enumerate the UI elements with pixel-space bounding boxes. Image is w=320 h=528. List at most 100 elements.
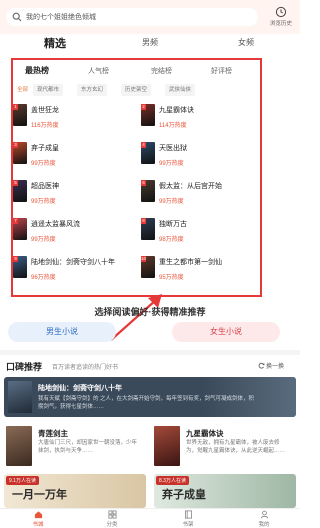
chip-all[interactable]: 全部 <box>13 84 33 96</box>
chip-history[interactable]: 历史架空 <box>121 84 152 96</box>
reader-count-badge: 9.1万人在读 <box>6 476 39 485</box>
book-title: 超品医神 <box>31 183 59 190</box>
ranked-book[interactable]: 8 独断万古 98万热度 <box>141 218 261 252</box>
rank-badge: 8 <box>141 218 146 224</box>
chip-urban[interactable]: 现代都市 <box>33 84 64 96</box>
chip-fantasy[interactable]: 东方玄幻 <box>77 84 108 96</box>
ranked-book[interactable]: 3 弃子成皇 99万热度 <box>13 142 133 176</box>
ranked-book[interactable]: 6 假太监：从后宫开始 99万热度 <box>141 180 261 214</box>
rec-book-title: 青莲剑主 <box>38 429 68 438</box>
bottom-nav: 书城 分类 书架 我的 <box>0 508 300 528</box>
rec-book-card[interactable]: 九星霸体诀 世界无敌，拥有九星霸体，被人废去修为，觉醒九星霸体诀，从此逆天崛起…… <box>154 426 294 472</box>
book-title: 重生之都市第一剑仙 <box>159 259 222 266</box>
ranked-book[interactable]: 2 九星霸体诀 114万热度 <box>141 104 261 138</box>
nav-label: 分类 <box>106 522 118 528</box>
book-title: 天医出狱 <box>159 145 187 152</box>
search-placeholder: 我的七个姐姐绝色倾城 <box>26 14 96 21</box>
tab-male[interactable]: 男频 <box>142 37 158 48</box>
book-title: 盖世狂龙 <box>31 107 59 114</box>
nav-label: 书城 <box>32 522 44 528</box>
search-icon <box>12 12 22 22</box>
banner-title: 弃子成皇 <box>162 489 206 501</box>
clock-icon <box>275 6 287 18</box>
book-heat: 96万热度 <box>31 275 56 281</box>
featured-book-desc: 我有天赋【剑斋守剑】的 之人，在大剑斋开始守剑，每年签到有奖，剑气可凝成剑体，积… <box>38 396 255 410</box>
history-label: 浏览历史 <box>269 21 292 27</box>
rank-tab-rated[interactable]: 好评榜 <box>211 66 232 76</box>
rank-badge: 7 <box>13 218 18 224</box>
book-heat: 99万热度 <box>31 237 56 243</box>
user-icon <box>260 510 268 519</box>
promo-banner[interactable]: 8.3万人在读 弃子成皇 <box>154 474 296 508</box>
recommend-title: 口碑推荐 <box>6 362 43 372</box>
ranked-book[interactable]: 1 盖世狂龙 116万热度 <box>13 104 133 138</box>
nav-mine[interactable]: 我的 <box>244 510 284 528</box>
book-cover: 4 <box>141 142 155 164</box>
book-cover: 8 <box>141 218 155 240</box>
male-novel-button[interactable]: 男生小说 <box>8 322 116 342</box>
book-cover: 10 <box>141 256 155 278</box>
featured-book-card[interactable]: 陆地剑仙：剑斋守剑八十年 我有天赋【剑斋守剑】的 之人，在大剑斋开始守剑，每年签… <box>4 377 296 417</box>
book-heat: 95万热度 <box>159 275 184 281</box>
book-cover: 3 <box>13 142 27 164</box>
rank-badge: 1 <box>13 104 18 110</box>
recommend-header: 口碑推荐 百万读者追读的热门好书 换一换 <box>0 358 300 372</box>
tab-featured[interactable]: 精选 <box>44 35 66 51</box>
nav-bookstore[interactable]: 书城 <box>18 510 58 528</box>
book-title: 九星霸体诀 <box>159 107 194 114</box>
ranked-book[interactable]: 5 超品医神 99万热度 <box>13 180 133 214</box>
ranked-book[interactable]: 7 逍遥太监暴风流 99万热度 <box>13 218 133 252</box>
rec-book-card[interactable]: 青莲剑主 大唐仙门三尺，却因家世一朝没落，少年抹剑，执剑与天争…… <box>6 426 146 472</box>
book-cover: 5 <box>13 180 27 202</box>
book-heat: 99万热度 <box>31 199 56 205</box>
rank-tabs: 最热榜 人气榜 完结榜 好评榜 <box>13 66 260 78</box>
top-bar: 我的七个姐姐绝色倾城 浏览历史 <box>0 0 300 34</box>
refresh-icon <box>258 362 265 369</box>
ranked-book[interactable]: 4 天医出狱 99万热度 <box>141 142 261 176</box>
rank-badge: 2 <box>141 104 146 110</box>
channel-tabs: 精选 男频 女频 <box>0 34 300 54</box>
nav-category[interactable]: 分类 <box>92 510 132 528</box>
book-title: 弃子成皇 <box>31 145 59 152</box>
rank-tab-hottest[interactable]: 最热榜 <box>25 65 49 76</box>
category-chips: 全部 现代都市 东方玄幻 历史架空 武侠仙侠 <box>13 84 260 96</box>
chip-wuxia[interactable]: 武侠仙侠 <box>165 84 196 96</box>
book-title: 假太监：从后宫开始 <box>159 183 222 190</box>
book-heat: 114万热度 <box>159 123 187 129</box>
female-novel-button[interactable]: 女生小说 <box>172 322 280 342</box>
bookshelf-icon <box>184 510 192 519</box>
book-heat: 116万热度 <box>31 123 59 129</box>
book-title: 陆地剑仙：剑斋守剑八十年 <box>31 259 115 266</box>
rec-book-desc: 大唐仙门三尺，却因家世一朝没落，少年抹剑，执剑与天争…… <box>38 440 138 454</box>
book-cover: 1 <box>13 104 27 126</box>
section-divider <box>0 350 300 355</box>
rank-badge: 6 <box>141 180 146 186</box>
rank-badge: 4 <box>141 142 146 148</box>
search-box[interactable]: 我的七个姐姐绝色倾城 <box>6 8 258 26</box>
history-button[interactable]: 浏览历史 <box>266 6 296 27</box>
featured-book-title: 陆地剑仙：剑斋守剑八十年 <box>38 385 122 392</box>
book-cover: 7 <box>13 218 27 240</box>
banner-title: 一月一万年 <box>12 489 67 501</box>
promo-banner[interactable]: 9.1万人在读 一月一万年 <box>4 474 146 508</box>
ranking-panel: 最热榜 人气榜 完结榜 好评榜 全部 现代都市 东方玄幻 历史架空 武侠仙侠 1… <box>11 58 262 297</box>
recommend-subtitle: 百万读者追读的热门好书 <box>52 365 119 371</box>
book-cover: 9 <box>13 256 27 278</box>
nav-bookshelf[interactable]: 书架 <box>168 510 208 528</box>
preference-prompt: 选择阅读偏好·获得精准推荐 <box>94 307 206 317</box>
tab-female[interactable]: 女频 <box>238 37 254 48</box>
rec-book-cover <box>154 426 180 466</box>
book-heat: 99万热度 <box>31 161 56 167</box>
book-heat: 99万热度 <box>159 199 184 205</box>
book-heat: 99万热度 <box>159 161 184 167</box>
ranked-book[interactable]: 9 陆地剑仙：剑斋守剑八十年 96万热度 <box>13 256 133 290</box>
rank-badge: 5 <box>13 180 18 186</box>
rank-tab-completed[interactable]: 完结榜 <box>151 66 172 76</box>
rank-tab-popularity[interactable]: 人气榜 <box>88 66 109 76</box>
refresh-button[interactable]: 换一换 <box>258 361 284 370</box>
ranked-book[interactable]: 10 重生之都市第一剑仙 95万热度 <box>141 256 261 290</box>
book-cover: 2 <box>141 104 155 126</box>
rec-book-cover <box>6 426 32 466</box>
reader-count-badge: 8.3万人在读 <box>156 476 189 485</box>
rec-book-title: 九星霸体诀 <box>186 429 224 438</box>
